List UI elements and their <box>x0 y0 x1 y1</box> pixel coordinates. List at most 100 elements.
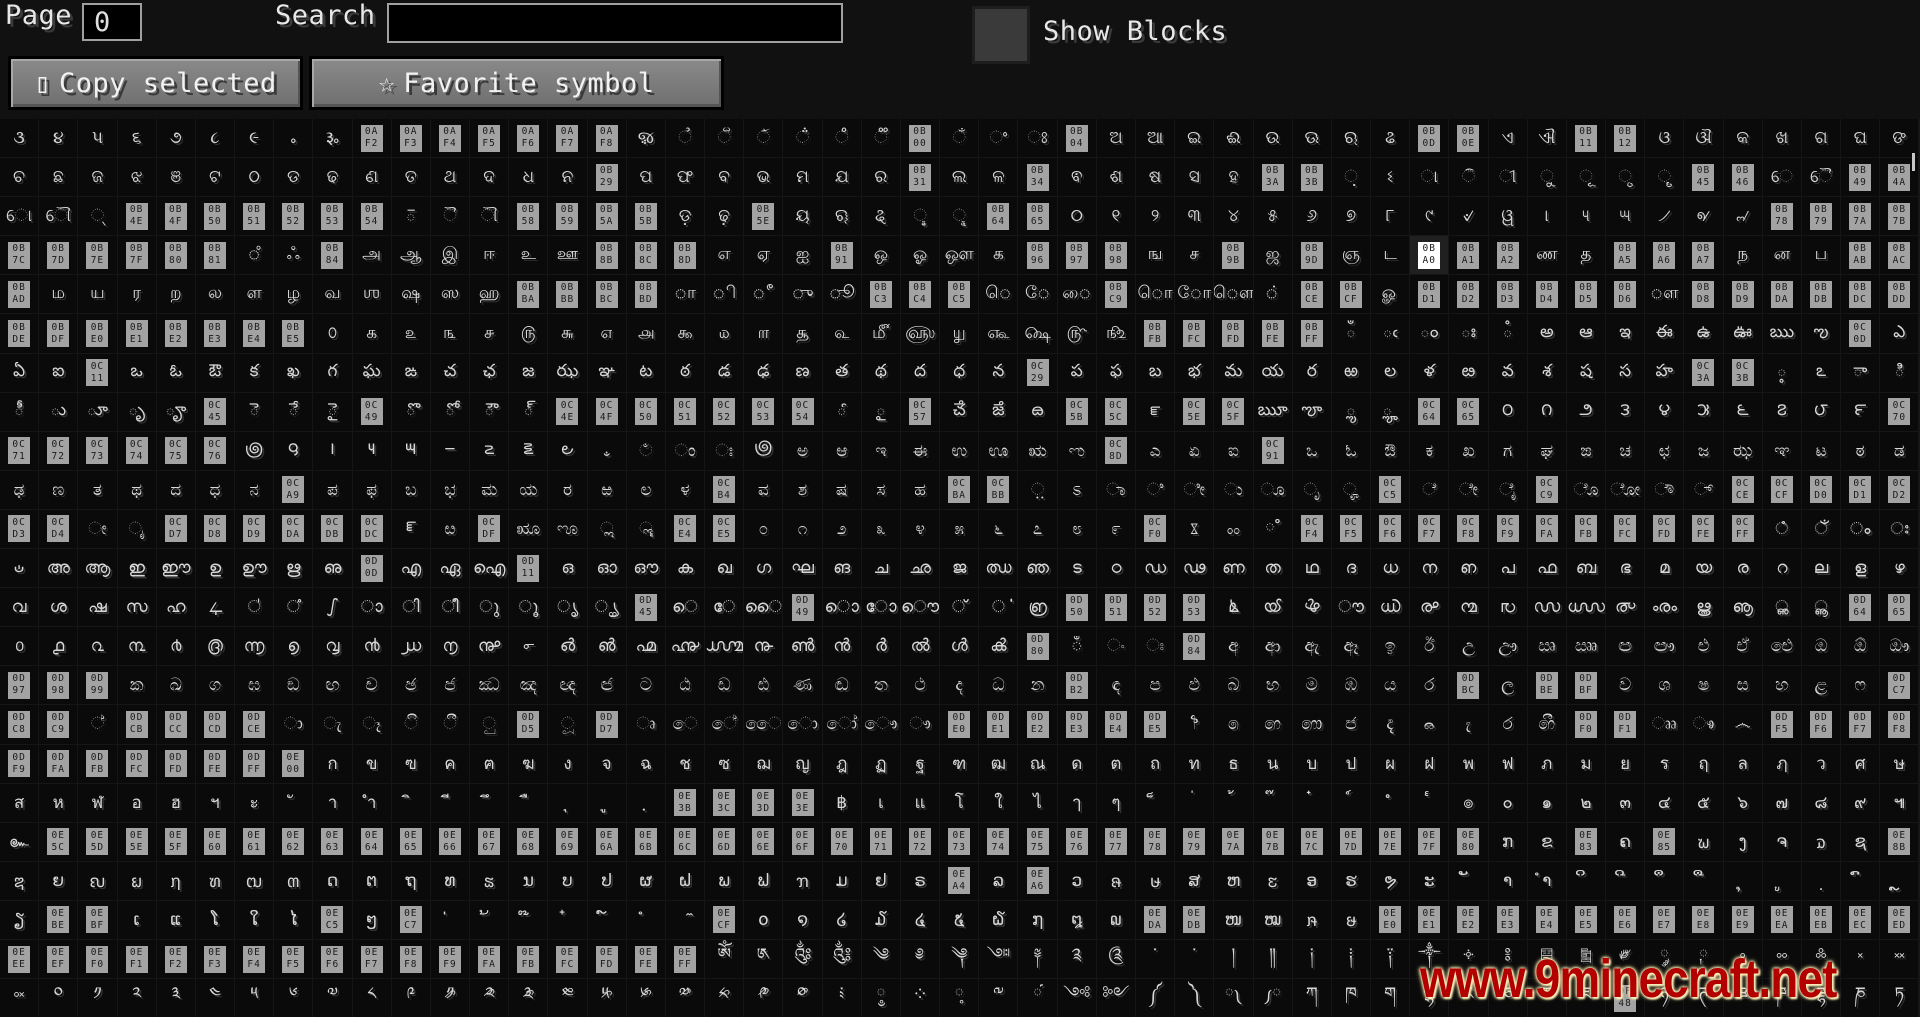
symbol-cell[interactable]: ଌ <box>1371 119 1410 158</box>
symbol-cell[interactable]: ୰ <box>1449 197 1488 236</box>
symbol-cell[interactable]: ୷ <box>1723 197 1762 236</box>
symbol-cell[interactable]: ಆ <box>822 431 861 470</box>
symbol-cell[interactable]: ไ <box>1018 783 1057 822</box>
symbol-cell[interactable]: ି <box>1449 158 1488 197</box>
symbol-cell[interactable]: േ <box>705 588 744 627</box>
symbol-cell[interactable]: ഃ <box>1880 509 1919 549</box>
symbol-cell[interactable]: ฃ <box>391 744 430 783</box>
symbol-cell[interactable]: ୴ <box>1606 197 1645 236</box>
symbol-cell[interactable]: ౼ <box>430 431 470 470</box>
symbol-cell[interactable]: ບ <box>548 861 587 900</box>
symbol-cell[interactable]: 0E5C <box>39 822 78 861</box>
symbol-cell[interactable]: ๗ <box>1762 783 1801 822</box>
symbol-cell[interactable]: 0BC5 <box>940 275 979 314</box>
symbol-cell[interactable]: ඁ <box>1057 627 1096 666</box>
symbol-cell[interactable]: ໒ <box>822 900 861 939</box>
symbol-cell[interactable]: ඣ <box>470 666 509 705</box>
symbol-cell[interactable]: ൹ <box>744 627 783 666</box>
symbol-cell[interactable]: 0B97 <box>1057 236 1096 275</box>
symbol-cell[interactable]: ༧ <box>313 979 352 1017</box>
symbol-cell[interactable]: 0EF2 <box>156 939 195 979</box>
symbol-cell[interactable]: ำ <box>352 783 391 822</box>
symbol-cell[interactable]: പ <box>1488 549 1527 588</box>
symbol-cell[interactable]: ಾ <box>1096 470 1135 509</box>
symbol-cell[interactable]: ൈ <box>744 588 783 627</box>
symbol-cell[interactable]: ນ <box>509 861 548 900</box>
symbol-cell[interactable]: ෲ <box>1645 705 1684 744</box>
symbol-cell[interactable]: ດ <box>313 861 352 900</box>
symbol-cell[interactable]: ౄ <box>156 392 195 431</box>
symbol-cell[interactable]: ൃ <box>548 588 587 627</box>
symbol-cell[interactable]: ஸ <box>430 275 470 314</box>
symbol-cell[interactable]: න <box>1018 666 1057 705</box>
symbol-cell[interactable]: ധ <box>1371 549 1410 588</box>
symbol-cell[interactable]: ଘ <box>1841 119 1880 158</box>
symbol-cell[interactable]: ଶ <box>1096 158 1135 197</box>
symbol-cell[interactable]: ெ <box>979 275 1018 314</box>
symbol-cell[interactable]: 0BD4 <box>1527 275 1566 314</box>
symbol-cell[interactable]: 0EED <box>1880 900 1919 939</box>
symbol-cell[interactable]: ౦ <box>1488 392 1527 431</box>
symbol-cell[interactable]: ຽ <box>0 900 39 939</box>
symbol-cell[interactable]: ณ <box>1018 744 1057 783</box>
symbol-cell[interactable]: ෛ <box>744 705 783 744</box>
symbol-cell[interactable]: 0EDB <box>1175 900 1214 939</box>
symbol-cell[interactable]: 0EBE <box>39 900 78 939</box>
symbol-cell[interactable]: ಇ <box>861 431 900 470</box>
symbol-cell[interactable]: ୣ <box>940 197 979 236</box>
symbol-cell[interactable]: ൫ <box>195 627 235 666</box>
symbol-cell[interactable]: 0B8C <box>626 236 665 275</box>
symbol-cell[interactable]: ഖ <box>705 549 744 588</box>
symbol-cell[interactable]: 0DFC <box>117 744 156 783</box>
symbol-cell[interactable]: ତ <box>391 158 430 197</box>
symbol-cell[interactable]: ෪ <box>1331 705 1371 744</box>
symbol-cell[interactable]: 0E64 <box>352 822 391 861</box>
symbol-cell[interactable]: 0C70 <box>1880 392 1919 431</box>
symbol-cell[interactable]: ༶ <box>900 979 940 1017</box>
symbol-cell[interactable]: ຬ <box>1253 861 1292 900</box>
symbol-cell[interactable]: ഻ <box>235 588 274 627</box>
symbol-cell[interactable]: அ <box>352 236 391 275</box>
symbol-cell[interactable]: ส <box>0 783 39 822</box>
symbol-cell[interactable]: ฿ <box>822 783 861 822</box>
symbol-cell[interactable]: 0BD3 <box>1488 275 1527 314</box>
symbol-cell[interactable]: 0BDF <box>39 314 78 353</box>
symbol-cell[interactable]: ೖ <box>117 509 156 549</box>
symbol-cell[interactable]: ഓ <box>587 549 626 588</box>
symbol-cell[interactable]: 0B49 <box>1841 158 1880 197</box>
symbol-cell[interactable]: ଠ <box>235 158 274 197</box>
symbol-cell[interactable]: ୳ <box>1566 197 1606 236</box>
symbol-cell[interactable]: ౹ <box>313 431 352 470</box>
symbol-cell[interactable]: ಊ <box>979 431 1018 470</box>
symbol-cell[interactable]: 0B46 <box>1723 158 1762 197</box>
symbol-cell[interactable]: ఙ <box>391 353 430 392</box>
symbol-cell[interactable]: ಫ <box>352 470 391 509</box>
symbol-cell[interactable]: 0C53 <box>744 392 783 431</box>
symbol-cell[interactable]: 0C51 <box>665 392 705 431</box>
symbol-cell[interactable]: එ <box>1684 627 1723 666</box>
symbol-cell[interactable]: 0BC3 <box>861 275 900 314</box>
symbol-cell[interactable]: ත <box>861 666 900 705</box>
symbol-cell[interactable]: ଝ <box>117 158 156 197</box>
symbol-cell[interactable]: ฮ <box>156 783 195 822</box>
symbol-cell[interactable]: ೩ <box>861 509 900 549</box>
symbol-cell[interactable]: 0E72 <box>900 822 940 861</box>
symbol-cell[interactable]: ༏ <box>1292 939 1331 979</box>
symbol-cell[interactable]: ଧ <box>509 158 548 197</box>
symbol-cell[interactable]: 0AF4 <box>430 119 470 158</box>
symbol-cell[interactable]: 0E67 <box>470 822 509 861</box>
symbol-cell[interactable]: ං <box>1096 627 1135 666</box>
symbol-cell[interactable]: ୯ <box>1410 197 1449 236</box>
symbol-cell[interactable]: 0DCB <box>117 705 156 744</box>
symbol-cell[interactable]: 0C3B <box>1723 353 1762 392</box>
symbol-cell[interactable]: ഛ <box>900 549 940 588</box>
symbol-cell[interactable]: ె <box>235 392 274 431</box>
symbol-cell[interactable]: ೡ <box>548 509 587 549</box>
symbol-cell[interactable]: ຮ <box>1331 861 1371 900</box>
symbol-cell[interactable]: 0EDA <box>1135 900 1175 939</box>
symbol-cell[interactable]: ົ <box>1841 861 1880 900</box>
symbol-cell[interactable]: ರ <box>548 470 587 509</box>
symbol-cell[interactable]: ༹ <box>1018 979 1057 1017</box>
symbol-cell[interactable]: ฯ <box>195 783 235 822</box>
symbol-cell[interactable]: ே <box>1018 275 1057 314</box>
